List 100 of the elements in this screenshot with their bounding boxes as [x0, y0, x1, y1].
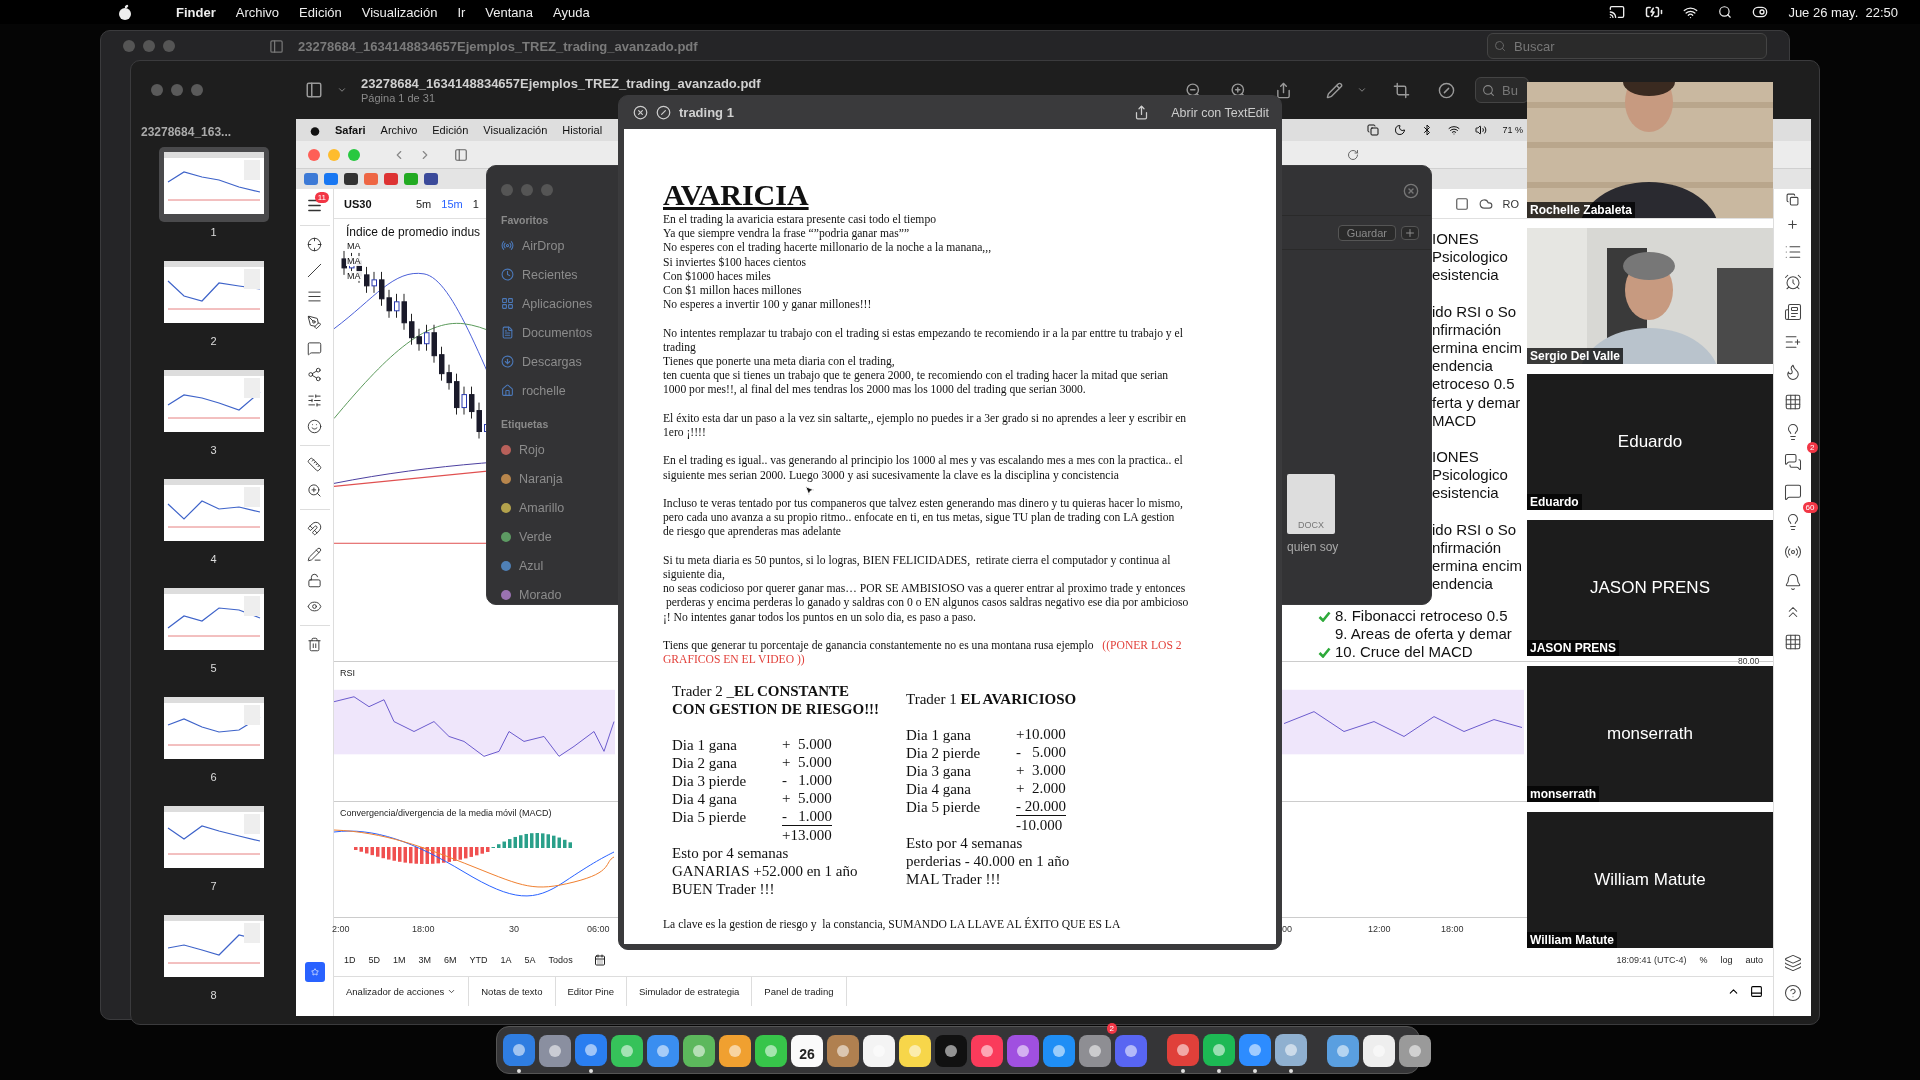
menu-item[interactable]: Edición	[432, 124, 469, 136]
note-text: endencia	[1432, 575, 1494, 594]
pane-label: Convergencia/divergencia de la media móvil (MACD)	[340, 808, 552, 818]
summary-line: MAL Trader !!!	[906, 869, 1002, 888]
summary-line: GANARIAS +52.000 en 1 año	[672, 861, 859, 880]
chart-title: Índice de promedio indus	[346, 225, 481, 239]
amount: + 5.000	[782, 789, 832, 808]
time-axis-label: 00	[1282, 924, 1292, 934]
menu-item[interactable]: Archivo	[235, 4, 280, 20]
participant-name: Sergio Del Valle	[1527, 348, 1624, 364]
note-text: ermina encim	[1432, 557, 1523, 576]
range-button[interactable]: 1A	[500, 955, 512, 965]
calendar-app-icon[interactable]: 26	[791, 1034, 823, 1067]
indicator-label: MA	[346, 241, 362, 251]
amount: +10.000	[1016, 725, 1066, 744]
participant-name: Rochelle Zabaleta	[1527, 202, 1636, 218]
sidebar-item[interactable]: AirDrop	[522, 238, 565, 253]
bottom-tab[interactable]: Simulador de estrategia	[627, 977, 753, 1006]
page-count: Página 1 de 31	[361, 92, 436, 104]
scale-option[interactable]: %	[1699, 955, 1708, 965]
menu-item[interactable]: Ayuda	[553, 4, 590, 20]
scale-option[interactable]: log	[1720, 955, 1733, 965]
note-text: IONES	[1432, 448, 1480, 467]
range-button[interactable]: 5D	[368, 955, 381, 965]
page-number: 3	[210, 444, 217, 456]
interval-button[interactable]: 15m	[441, 197, 463, 210]
document-file-icon[interactable]: DOCX	[1287, 474, 1335, 534]
sidebar-item[interactable]: rochelle	[522, 383, 566, 398]
menu-item[interactable]: Safari	[335, 124, 366, 136]
sidebar-item[interactable]: Rojo	[519, 442, 545, 457]
participant-name: Eduardo	[1527, 494, 1582, 510]
participant-display-name: JASON PRENS	[1590, 578, 1710, 598]
search-field[interactable]: Bu	[1475, 77, 1529, 103]
day-label: Dia 4 gana	[672, 789, 738, 808]
symbol-label[interactable]: US30	[344, 197, 406, 210]
checklist-item: 8. Fibonacci retroceso 0.5	[1335, 607, 1508, 626]
paragraph: No intentes remplazar tu trabajo con el trading si estas empezando te recomiendo ir a la par enttre tu trabajo y el trading Tienes que ponerte una meta diaria con el trading, ten cuenta que si tienes un trabajo que te genera 2000, te recomiendo con el trading hacer la mitad que serian 1000 por mes!!, al final del mes tendras los 2000 mas los 1000 del trading que serian 3000.	[663, 326, 1184, 398]
open-with-button[interactable]: Abrir con TextEdit	[1171, 105, 1269, 120]
day-label: Dia 2 pierde	[906, 743, 982, 762]
range-button[interactable]: 6M	[444, 955, 457, 965]
participant-display-name: monserrath	[1607, 724, 1693, 744]
sidebar-item[interactable]: Descargas	[522, 354, 582, 369]
menu-item[interactable]: Historial	[562, 124, 603, 136]
sidebar-item[interactable]: Morado	[519, 587, 562, 602]
bottom-tab[interactable]: Analizador de acciones	[334, 977, 470, 1006]
participant-name: William Matute	[1527, 932, 1617, 948]
menu-item[interactable]: Finder	[176, 4, 216, 20]
save-button[interactable]: Guardar	[1337, 224, 1396, 241]
sidebar-item[interactable]: Verde	[519, 529, 552, 544]
range-button[interactable]: 1M	[393, 955, 406, 965]
sidebar-item[interactable]: Documentos	[522, 325, 593, 340]
summary-line: BUEN Trader !!!	[672, 879, 776, 898]
price-axis-label: 80.00	[1738, 656, 1760, 666]
paragraph: En el trading es igual.. vas generando al principio los 1000 al mes y vas escalando mes a mes con la practica.. el siguiente mes serian 2000. Luego 3000 y asi sucesivamente la clave es la disciplina y concistencia	[663, 454, 1184, 483]
range-button[interactable]: Todos	[548, 955, 573, 965]
window-title: 23278684_1634148834657Ejemplos_TREZ_trading_avanzado.pdf	[361, 76, 761, 91]
bottom-tab[interactable]: Panel de trading	[752, 977, 847, 1006]
day-label: Dia 5 pierde	[672, 807, 748, 826]
sidebar-item[interactable]: Amarillo	[519, 500, 565, 515]
paragraph: En el trading la avaricia estara presente casi todo el tiempo Ya que siempre vendra la frase “”podria ganar mas”” No esperes con el trading hacerte millonario de la noche a la manana,,, Si inviertes $100 haces cientos Con $1000 haces miles Con $1 millon haces millones No esperes a invertir 100 y ganar millones!!!	[663, 213, 993, 313]
sidebar-item[interactable]: Recientes	[522, 267, 578, 282]
trader-heading: CON GESTION DE RIESGO!!!	[672, 699, 881, 718]
page-number: 6	[210, 771, 217, 783]
notification-badge: 60	[1802, 502, 1818, 513]
range-button[interactable]: 1D	[344, 955, 356, 965]
time-axis-label: 18:00	[1441, 924, 1464, 934]
menu-item[interactable]: Archivo	[380, 124, 418, 136]
note-text: esistencia	[1432, 484, 1500, 503]
range-button[interactable]: 5A	[524, 955, 536, 965]
chart-clock: 18:09:41 (UTC-4)	[1616, 955, 1687, 965]
battery-percentage: 71 %	[1502, 125, 1523, 135]
range-button[interactable]: YTD	[469, 955, 488, 965]
interval-button[interactable]: 5m	[416, 197, 432, 210]
window-title: trading 1	[679, 105, 734, 120]
note-text: ferta y demar	[1432, 393, 1522, 412]
note-text: Psicologico	[1432, 466, 1509, 485]
menu-item[interactable]: Visualización	[361, 4, 438, 20]
note-text: MACD	[1432, 411, 1478, 431]
menu-item[interactable]: Edición	[299, 4, 342, 20]
menu-item[interactable]: Ir	[457, 4, 466, 20]
note-text: etroceso 0.5	[1432, 375, 1516, 394]
document-heading: AVARICIA	[663, 179, 809, 211]
sidebar-item[interactable]: Aplicaciones	[522, 296, 593, 311]
file-name: quien soy	[1287, 540, 1339, 554]
search-field[interactable]: Buscar	[1487, 33, 1767, 59]
summary-line: Esto por 4 semanas	[672, 843, 790, 862]
day-label: Dia 2 gana	[672, 753, 738, 772]
range-button[interactable]: 3M	[418, 955, 432, 965]
summary-line: Esto por 4 semanas	[906, 833, 1024, 852]
amount: - 20.000	[1016, 797, 1066, 816]
day-label: Dia 3 gana	[906, 761, 972, 780]
bottom-tab[interactable]: Editor Pine	[555, 977, 627, 1006]
sidebar-item[interactable]: Naranja	[519, 471, 563, 486]
menu-item[interactable]: Ventana	[485, 4, 534, 20]
menu-item[interactable]: Visualización	[483, 124, 548, 136]
note-text: endencia	[1432, 357, 1494, 376]
sidebar-item[interactable]: Azul	[519, 558, 544, 573]
bottom-tab[interactable]: Notas de texto	[469, 977, 556, 1006]
interval-button[interactable]: 1	[472, 197, 479, 210]
scale-option[interactable]: auto	[1745, 955, 1763, 965]
